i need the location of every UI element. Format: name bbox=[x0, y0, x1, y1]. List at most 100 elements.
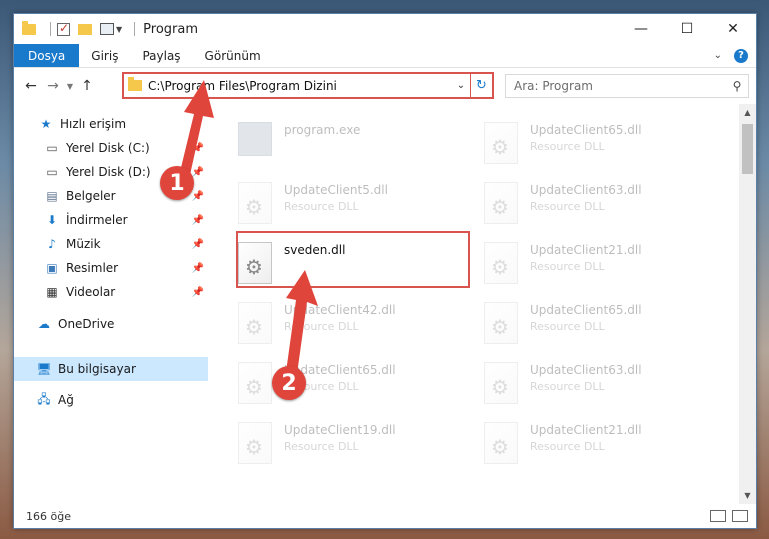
sidebar-item-label: Videolar bbox=[66, 285, 116, 299]
address-path[interactable]: C:\Program Files\Program Dizini bbox=[148, 79, 452, 93]
pin-icon[interactable]: 📌 bbox=[192, 287, 204, 298]
expand-ribbon-chevron-icon[interactable]: ⌄ bbox=[714, 50, 722, 61]
search-box[interactable]: Ara: Program ⚲ bbox=[505, 74, 749, 98]
sidebar-item-label: Müzik bbox=[66, 237, 101, 251]
file-name: UpdateClient19.dll bbox=[284, 423, 396, 437]
tab-file[interactable]: Dosya bbox=[14, 44, 80, 67]
window-controls: — ☐ ✕ bbox=[618, 14, 756, 44]
sidebar-item-label: Yerel Disk (C:) bbox=[66, 141, 150, 155]
address-row: ← → ▼ ↑ C:\Program Files\Program Dizini … bbox=[14, 70, 756, 102]
sidebar-item-network[interactable]: 🖧 Ağ bbox=[14, 388, 208, 412]
file-item[interactable]: UpdateClient21.dll Resource DLL bbox=[484, 418, 714, 470]
file-item[interactable]: UpdateClient19.dll Resource DLL bbox=[238, 418, 468, 470]
tab-home[interactable]: Giriş bbox=[79, 44, 130, 67]
scroll-up-icon[interactable]: ▲ bbox=[739, 104, 756, 121]
download-icon: ⬇ bbox=[46, 213, 58, 227]
maximize-button[interactable]: ☐ bbox=[664, 14, 710, 44]
sidebar-item-label: OneDrive bbox=[58, 317, 115, 331]
file-list: program.exe UpdateClient65.dll Resource D… bbox=[210, 104, 744, 504]
file-name: program.exe bbox=[284, 123, 361, 137]
sidebar-item-quick-access[interactable]: ★ Hızlı erişim bbox=[14, 112, 208, 136]
explorer-window: ▼ Program — ☐ ✕ Dosya Giriş Paylaş Görün… bbox=[13, 13, 757, 529]
large-icons-view-icon[interactable] bbox=[732, 510, 748, 522]
properties-check-icon[interactable] bbox=[57, 21, 70, 36]
file-name: UpdateClient42.dll bbox=[284, 303, 396, 317]
file-item[interactable]: UpdateClient63.dll Resource DLL bbox=[484, 178, 714, 230]
sidebar-item-label: Ağ bbox=[58, 393, 74, 407]
file-name: UpdateClient63.dll bbox=[530, 183, 642, 197]
sidebar-item-label: Resimler bbox=[66, 261, 119, 275]
pin-icon[interactable]: 📌 bbox=[192, 215, 204, 226]
pin-icon[interactable]: 📌 bbox=[192, 239, 204, 250]
pin-icon[interactable]: 📌 bbox=[192, 191, 204, 202]
close-button[interactable]: ✕ bbox=[710, 14, 756, 44]
title-bar: ▼ Program — ☐ ✕ bbox=[14, 14, 756, 44]
pin-icon[interactable]: 📌 bbox=[192, 167, 204, 178]
file-item[interactable]: UpdateClient65.dll Resource DLL bbox=[484, 298, 714, 350]
details-view-icon[interactable] bbox=[710, 510, 726, 522]
quick-access-toolbar: ▼ bbox=[14, 20, 141, 36]
file-item[interactable]: UpdateClient5.dll Resource DLL bbox=[238, 178, 468, 230]
music-icon: ♪ bbox=[48, 237, 56, 251]
forward-arrow-icon[interactable]: → bbox=[42, 78, 64, 94]
pin-icon[interactable]: 📌 bbox=[192, 143, 204, 154]
file-item[interactable]: UpdateClient42.dll Resource DLL bbox=[238, 298, 468, 350]
file-name: UpdateClient21.dll bbox=[530, 423, 642, 437]
sidebar-item-onedrive[interactable]: ☁ OneDrive bbox=[14, 312, 208, 336]
sidebar-item-videos[interactable]: ▦ Videolar 📌 bbox=[14, 280, 208, 304]
item-count: 166 öğe bbox=[26, 509, 71, 523]
dll-file-icon bbox=[484, 362, 518, 404]
sidebar-item-downloads[interactable]: ⬇ İndirmeler 📌 bbox=[14, 208, 208, 232]
new-folder-icon[interactable] bbox=[78, 23, 92, 35]
file-name: UpdateClient21.dll bbox=[530, 243, 642, 257]
documents-icon: ▤ bbox=[46, 189, 58, 203]
tab-view[interactable]: Görünüm bbox=[193, 44, 273, 67]
file-description: Resource DLL bbox=[530, 200, 605, 213]
scroll-down-icon[interactable]: ▼ bbox=[739, 487, 756, 504]
back-arrow-icon[interactable]: ← bbox=[20, 78, 42, 94]
file-item[interactable]: UpdateClient21.dll Resource DLL bbox=[484, 238, 714, 290]
chevron-down-icon[interactable]: ▼ bbox=[116, 25, 122, 34]
file-item[interactable]: UpdateClient65.dll Resource DLL bbox=[484, 118, 714, 170]
recent-locations-chevron-icon[interactable]: ▼ bbox=[64, 82, 76, 91]
refresh-icon[interactable]: ↻ bbox=[470, 74, 492, 97]
sidebar-item-disk-c[interactable]: ▭ Yerel Disk (C:) 📌 bbox=[14, 136, 208, 160]
scroll-thumb[interactable] bbox=[742, 124, 753, 174]
pin-icon[interactable]: 📌 bbox=[192, 263, 204, 274]
search-icon[interactable]: ⚲ bbox=[726, 79, 748, 93]
sidebar-item-label: Belgeler bbox=[66, 189, 116, 203]
help-icon[interactable]: ? bbox=[734, 48, 748, 63]
folder-icon[interactable] bbox=[22, 20, 36, 35]
divider bbox=[134, 22, 136, 36]
file-description: Resource DLL bbox=[530, 260, 605, 273]
search-input[interactable]: Ara: Program bbox=[514, 79, 726, 93]
vertical-scrollbar[interactable]: ▲ ▼ bbox=[739, 104, 756, 504]
network-icon: 🖧 bbox=[37, 391, 51, 406]
file-description: Resource DLL bbox=[530, 440, 605, 453]
file-name: UpdateClient65.dll bbox=[530, 303, 642, 317]
sidebar-item-pictures[interactable]: ▣ Resimler 📌 bbox=[14, 256, 208, 280]
sidebar-item-this-pc[interactable]: 🖥 Bu bilgisayar bbox=[14, 357, 208, 381]
drive-icon: ▭ bbox=[46, 165, 58, 179]
file-item[interactable]: UpdateClient63.dll Resource DLL bbox=[484, 358, 714, 410]
folder-icon bbox=[128, 77, 142, 91]
file-name: UpdateClient65.dll bbox=[530, 123, 642, 137]
sidebar-item-label: Bu bilgisayar bbox=[58, 362, 136, 376]
step-2-badge: 2 bbox=[272, 366, 306, 400]
minimize-button[interactable]: — bbox=[618, 14, 664, 44]
tab-share[interactable]: Paylaş bbox=[130, 44, 192, 67]
sidebar-item-music[interactable]: ♪ Müzik 📌 bbox=[14, 232, 208, 256]
address-bar[interactable]: C:\Program Files\Program Dizini ⌄ ↻ bbox=[122, 72, 494, 99]
file-description: Resource DLL bbox=[530, 380, 605, 393]
dll-file-icon bbox=[484, 422, 518, 464]
dll-file-icon bbox=[484, 302, 518, 344]
dll-file-icon bbox=[238, 422, 272, 464]
dll-file-icon bbox=[484, 242, 518, 284]
status-bar: 166 öğe bbox=[14, 504, 756, 528]
customize-icon[interactable] bbox=[100, 23, 114, 35]
chevron-down-icon[interactable]: ⌄ bbox=[452, 80, 470, 91]
up-arrow-icon[interactable]: ↑ bbox=[76, 78, 98, 94]
file-item[interactable]: program.exe bbox=[238, 118, 468, 170]
window-title: Program bbox=[143, 21, 199, 37]
pictures-icon: ▣ bbox=[46, 261, 58, 275]
